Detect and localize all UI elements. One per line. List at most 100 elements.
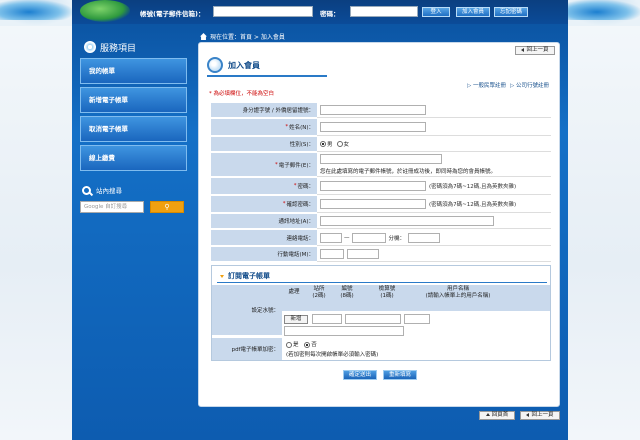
name-cell — [317, 119, 551, 136]
reset-button[interactable]: 重新填寫 — [383, 370, 417, 380]
gender-cell: 男 女 — [317, 137, 551, 152]
row-email: * 電子郵件(E)： 您在此處填寫的電子郵件帳號，於註冊成功後，即同時為您的會員帳… — [211, 153, 551, 177]
row-confirm-password: * 確認密碼： (密碼須為7碼~12碼,且為英數夾雜) — [211, 196, 551, 213]
link-general-register[interactable]: ▷ 一般民眾註冊 — [467, 81, 506, 89]
subscribe-underline — [217, 282, 547, 283]
required-mark: * — [282, 201, 286, 207]
gender-male-label: 男 — [327, 142, 333, 148]
subscribe-title: 訂閱電子帳單 — [228, 272, 270, 280]
confirm-cell: (密碼須為7碼~12碼,且為英數夾雜) — [317, 196, 551, 213]
user-name-input[interactable] — [284, 326, 404, 336]
register-type-links: ▷ 一般民眾註冊 ▷ 公司行號註冊 — [467, 81, 549, 89]
back-button-top-label: 回上一頁 — [526, 47, 549, 53]
password-cell: (密碼須為7碼~12碼,且為英數夾雜) — [317, 178, 551, 195]
sidebar-item-my-bills[interactable]: 我的帳單 — [80, 58, 187, 84]
gender-female-radio[interactable] — [336, 141, 343, 147]
confirm-password-field[interactable] — [320, 199, 426, 209]
check-input[interactable] — [404, 314, 430, 324]
join-member-button[interactable]: 加入會員 — [456, 7, 490, 17]
name-input[interactable] — [320, 122, 426, 132]
row-phone: 連絡電話： — 分機： — [211, 230, 551, 246]
subscribe-ebill-section: 訂閱電子帳單 設定水號： 處理 站所 (2碼) 編號 (8碼) 檢算號 (1碼)… — [211, 265, 551, 361]
mobile-prefix-input[interactable] — [320, 249, 344, 259]
confirm-label: 確認密碼： — [286, 202, 314, 208]
site-search-row: Google 自訂搜尋 ⚲ — [80, 201, 188, 213]
arrow-left-icon — [526, 412, 530, 417]
required-mark: * — [274, 161, 278, 168]
col-check: 檢算號 (1碼) — [378, 286, 396, 299]
phone-label: 連絡電話： — [211, 230, 317, 246]
add-water-number-button[interactable]: 新增 — [284, 315, 308, 324]
sidebar-item-add-ebill[interactable]: 新增電子帳單 — [80, 87, 187, 113]
confirm-submit-button[interactable]: 確定送出 — [343, 370, 377, 380]
page-header: 加入會員 — [207, 57, 260, 73]
back-to-top-label: 回頁首 — [491, 412, 509, 418]
required-mark: * — [293, 183, 297, 189]
water-number-label: 設定水號： — [212, 285, 282, 335]
sidebar-item-online-payment[interactable]: 線上繳費 — [80, 145, 187, 171]
row-name: * 姓名(N)： — [211, 119, 551, 136]
password-label: 密碼： — [297, 184, 314, 190]
password-input[interactable] — [350, 6, 418, 17]
gender-female-label: 女 — [343, 142, 350, 148]
breadcrumb-text: 現在位置：首頁 > 加入會員 — [210, 34, 285, 41]
back-button-bottom[interactable]: 回上一頁 — [520, 411, 560, 420]
page-title: 加入會員 — [228, 60, 260, 70]
sidebar-header: 服務項目 — [80, 36, 188, 58]
link-general-label: 一般民眾註冊 — [472, 83, 506, 89]
address-input[interactable] — [320, 216, 494, 226]
phone-cell: — 分機： — [317, 230, 551, 246]
col-process: 處理 — [288, 289, 300, 295]
col-number: 編號 (8碼) — [340, 286, 354, 299]
phone-area-input[interactable] — [320, 232, 342, 243]
email-cell: 您在此處填寫的電子郵件帳號，於註冊成功後，即同時為您的會員帳號。 — [317, 153, 551, 177]
chevron-down-icon — [220, 274, 224, 278]
site-search-button[interactable]: ⚲ — [150, 201, 184, 213]
back-button-top[interactable]: 回上一頁 — [515, 46, 555, 55]
email-input[interactable] — [320, 154, 442, 164]
email-label-cell: * 電子郵件(E)： — [211, 153, 317, 177]
gender-label: 性別(S)： — [211, 137, 317, 152]
flower-icon — [84, 41, 96, 53]
password-label: 密碼： — [320, 10, 340, 18]
password-hint: (密碼須為7碼~12碼,且為英數夾雜) — [429, 184, 517, 190]
phone-dash: — — [344, 234, 350, 241]
arrow-left-icon — [521, 47, 525, 52]
id-input[interactable] — [320, 105, 426, 115]
pdf-no-label: 否 — [311, 342, 317, 348]
phone-ext-input[interactable] — [408, 232, 441, 243]
gender-male-radio[interactable] — [320, 141, 326, 147]
row-mobile: 行動電話(M)： — [211, 247, 551, 262]
sidebar-item-cancel-ebill[interactable]: 取消電子帳單 — [80, 116, 187, 142]
header-underline — [207, 75, 327, 77]
row-gender: 性別(S)： 男 女 — [211, 137, 551, 152]
breadcrumb: 現在位置：首頁 > 加入會員 — [200, 32, 285, 41]
back-to-top-button[interactable]: 回頁首 — [479, 411, 515, 420]
col-station: 站所 (2碼) — [312, 286, 326, 299]
arrow-up-icon — [485, 413, 490, 416]
site-search-header: 站內搜尋 — [80, 183, 188, 197]
pdf-no-radio[interactable] — [304, 341, 311, 348]
id-cell — [317, 103, 551, 118]
site-search-title: 站內搜尋 — [96, 187, 122, 195]
login-button[interactable]: 登入 — [422, 7, 450, 17]
left-decorative-panel — [0, 0, 72, 440]
name-label-cell: * 姓名(N)： — [211, 119, 317, 136]
pdf-encrypt-label: pdf電子帳單加密： — [212, 338, 282, 360]
main-panel: 回上一頁 加入會員 ▷ 一般民眾註冊 ▷ 公司行號註冊 * 為必填欄位，不能為空… — [198, 42, 560, 407]
password-label-cell: * 密碼： — [211, 178, 317, 195]
account-input[interactable] — [213, 6, 313, 17]
phone-number-input[interactable] — [351, 232, 386, 243]
address-cell — [317, 214, 551, 229]
station-input[interactable] — [312, 314, 342, 324]
number-input[interactable] — [345, 314, 401, 324]
water-splash-left — [0, 0, 72, 20]
password-field[interactable] — [320, 181, 426, 191]
link-company-register[interactable]: ▷ 公司行號註冊 — [510, 81, 549, 89]
site-search-input[interactable]: Google 自訂搜尋 — [80, 201, 144, 213]
back-button-bottom-label: 回上一頁 — [531, 412, 554, 418]
search-icon: ⚲ — [164, 203, 170, 211]
mobile-number-input[interactable] — [347, 249, 379, 259]
pdf-yes-radio[interactable] — [286, 341, 292, 348]
forgot-password-button[interactable]: 忘記密碼 — [494, 7, 528, 17]
